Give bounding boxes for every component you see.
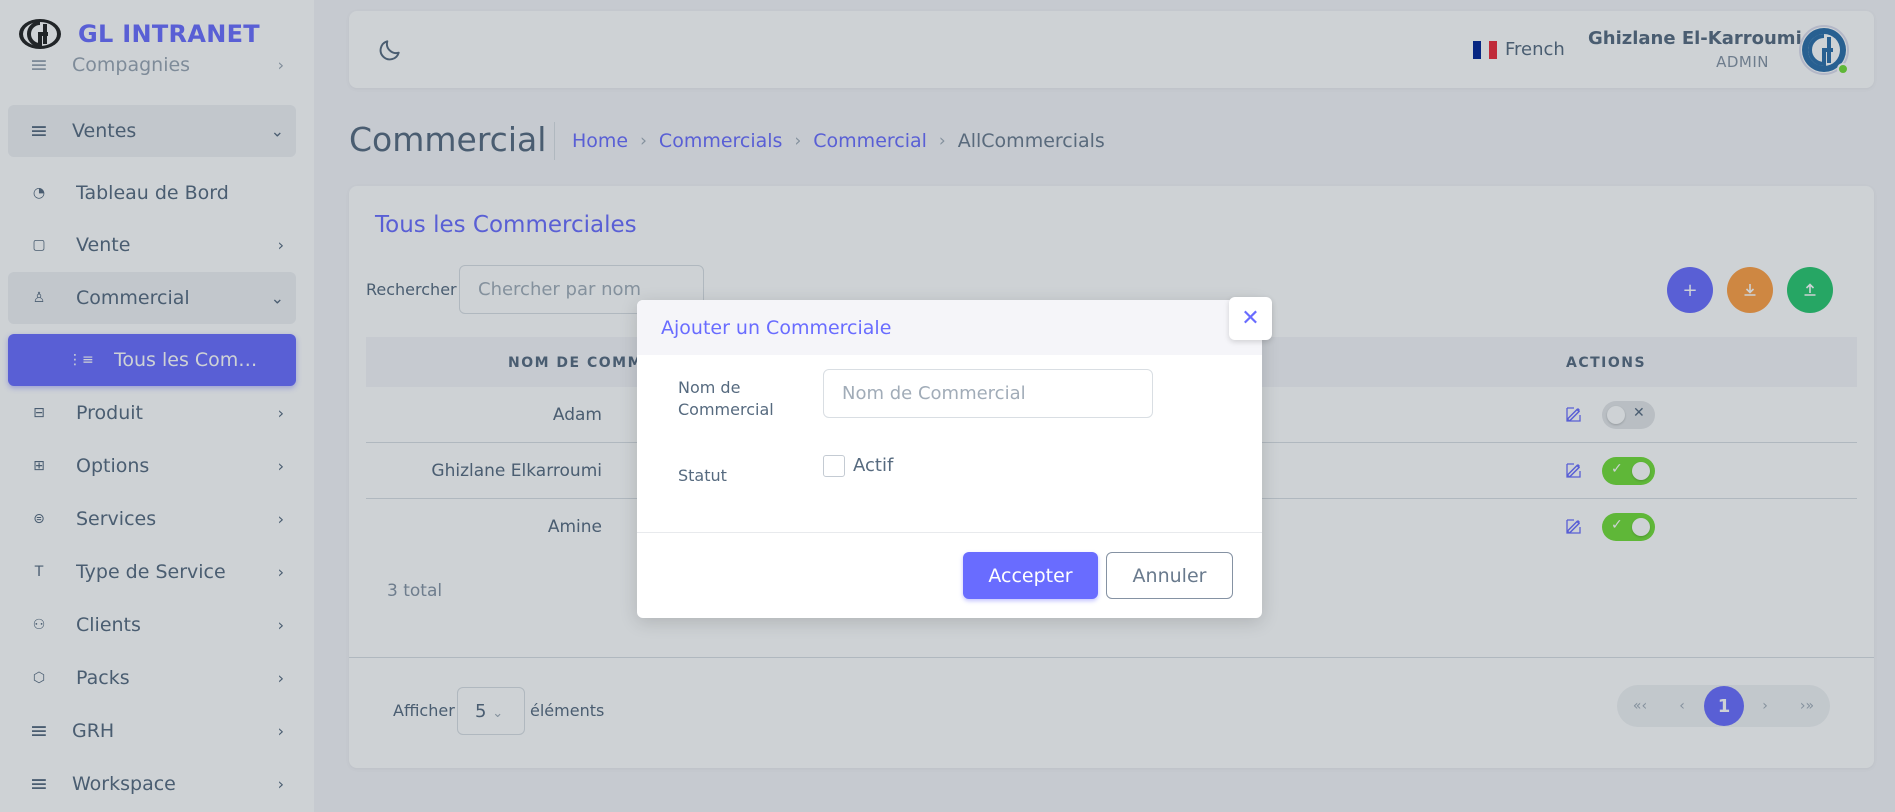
add-commercial-modal: Ajouter un Commerciale Nom de Commercial… <box>637 300 1262 618</box>
modal-header: Ajouter un Commerciale <box>637 300 1262 355</box>
modal-close-button[interactable]: ✕ <box>1229 297 1272 340</box>
accept-button[interactable]: Accepter <box>963 552 1098 599</box>
modal-title: Ajouter un Commerciale <box>661 317 892 339</box>
name-field-label: Nom de Commercial <box>678 378 774 419</box>
active-checkbox[interactable] <box>823 455 845 477</box>
modal-divider <box>637 532 1262 533</box>
status-field-label: Statut <box>678 466 727 485</box>
active-checkbox-label[interactable]: Actif <box>853 455 893 476</box>
close-icon: ✕ <box>1241 306 1260 331</box>
commercial-name-input[interactable] <box>823 369 1153 418</box>
cancel-button[interactable]: Annuler <box>1106 552 1233 599</box>
